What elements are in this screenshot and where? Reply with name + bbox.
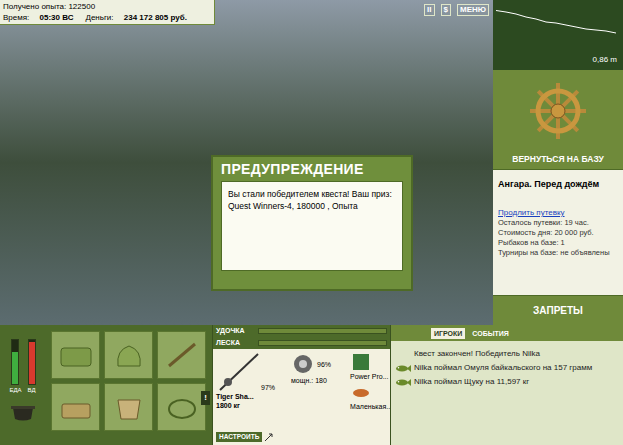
rod-capacity: 1800 кг <box>216 401 288 410</box>
top-button[interactable]: МЕНЮ <box>457 4 489 16</box>
wheel-panel[interactable] <box>493 72 623 150</box>
bottom-panel: ЕДА ВД! УДОЧКАЛЕСКА 97%Tiger Sha...1800 кг Н… <box>0 325 623 445</box>
bans-button[interactable]: ЗАПРЕТЫ <box>493 295 623 325</box>
warning-dialog: ПРЕДУПРЕЖДЕНИЕВы стали победителем квест… <box>211 155 413 291</box>
meter-bar <box>28 339 36 385</box>
meters: ЕДА ВД <box>0 325 45 445</box>
top-buttons: II $ МЕНЮ <box>424 4 489 16</box>
alert-button[interactable]: ! <box>201 391 210 405</box>
depth-profile <box>493 2 619 62</box>
inventory: ! <box>45 325 212 445</box>
experience: Получено опыта: 122500 <box>3 1 211 12</box>
right-column: 0,86 mВЕРНУТЬСЯ НА БАЗУАнгара. Перед дож… <box>493 0 623 325</box>
tab[interactable]: СОБЫТИЯ <box>469 328 512 339</box>
reel-power: мощн.: 180 <box>291 376 347 385</box>
bucket-icon <box>110 392 148 422</box>
dialog-title: ПРЕДУПРЕЖДЕНИЕ <box>213 157 411 181</box>
inventory-slot[interactable] <box>51 383 100 431</box>
setup-button[interactable]: НАСТРОИТЬ <box>216 432 262 442</box>
arrows-icon[interactable] <box>264 433 273 442</box>
meter-label: ВД <box>28 386 36 394</box>
location-detail: Турниры на базе: не объявлены <box>498 248 618 258</box>
line-tension-bar <box>258 340 387 346</box>
game-screen: Получено опыта: 122500Время: 05:30 ВС Ден… <box>0 0 623 445</box>
tab[interactable]: ИГРОКИ <box>431 328 465 339</box>
line-tension-label: ЛЕСКА <box>216 338 254 349</box>
lure-slot[interactable]: Маленькая... <box>350 384 387 411</box>
location-detail: Стоимость дня: 20 000 руб. <box>498 228 618 238</box>
top-area: Получено опыта: 122500Время: 05:30 ВС Ден… <box>0 0 623 325</box>
rod-wear: 97% <box>261 383 275 392</box>
rod-icon <box>216 352 260 392</box>
depth-reading: 0,86 m <box>593 54 617 66</box>
keepnet-icon <box>163 392 201 422</box>
tackle-panel: УДОЧКАЛЕСКА 97%Tiger Sha...1800 кг НАСТРОИ… <box>212 325 390 445</box>
inventory-slot[interactable] <box>104 331 153 379</box>
location-detail: Осталось путевки: 19 час. <box>498 218 618 228</box>
event-log: Квест закончен! Победитель Nilka Nilka по… <box>391 341 623 387</box>
dialog-message: Вы стали победителем квеста! Ваш приз: Q… <box>221 181 403 271</box>
backpack-icon <box>110 340 148 370</box>
event-text: Квест закончен! Победитель Nilka <box>414 349 540 359</box>
status-panel: Получено опыта: 122500Время: 05:30 ВС Ден… <box>0 0 215 25</box>
event-row: Nilka поймал Омуля байкальского на 157 г… <box>395 363 619 373</box>
rod-tension-bar <box>258 328 387 334</box>
line-slot[interactable]: Power Pro... <box>350 352 387 381</box>
event-text: Nilka поймал Щуку на 11,597 кг <box>414 377 529 387</box>
bait-basket-icon <box>57 392 95 422</box>
lure-icon <box>350 384 372 402</box>
location-panel: Ангара. Перед дождём Продлить путевкуОста… <box>493 170 623 295</box>
ship-wheel-icon <box>527 80 589 142</box>
tabs: ИГРОКИ СОБЫТИЯ <box>391 325 623 341</box>
top-button[interactable]: $ <box>441 4 451 16</box>
line-spool-icon <box>350 352 372 372</box>
rod-case-icon <box>163 340 201 370</box>
inventory-slot[interactable] <box>51 331 100 379</box>
reel-icon <box>291 352 315 376</box>
event-row: Nilka поймал Щуку на 11,597 кг <box>395 377 619 387</box>
rod-slot[interactable]: 97%Tiger Sha...1800 кг НАСТРОИТЬ <box>216 352 288 442</box>
inventory-slot[interactable] <box>157 331 206 379</box>
inventory-slot[interactable] <box>104 383 153 431</box>
reel-wear: 96% <box>317 360 331 369</box>
line-name: Power Pro... <box>350 372 387 381</box>
extend-link[interactable]: Продлить путевку <box>498 208 618 218</box>
rod-name: Tiger Sha... <box>216 392 288 401</box>
return-button[interactable]: ВЕРНУТЬСЯ НА БАЗУ <box>493 150 623 170</box>
inventory-slot[interactable] <box>157 383 206 431</box>
money: Деньги: 234 172 805 руб. <box>85 12 186 23</box>
reel-slot[interactable]: 96% мощн.: 180 <box>291 352 347 442</box>
fish-icon <box>395 364 411 373</box>
lure-name: Маленькая... <box>350 402 387 411</box>
fish-icon <box>395 378 411 387</box>
top-button[interactable]: II <box>424 4 434 16</box>
meter-bar <box>11 339 19 385</box>
location-title: Ангара. Перед дождём <box>498 178 618 190</box>
pot-icon[interactable] <box>10 402 36 422</box>
meter-label: ЕДА <box>9 386 21 394</box>
event-text: Nilka поймал Омуля байкальского на 157 г… <box>414 363 592 373</box>
event-row: Квест закончен! Победитель Nilka <box>395 349 619 359</box>
tackle-box-icon <box>57 340 95 370</box>
events-panel: ИГРОКИ СОБЫТИЯ Квест закончен! Победитель … <box>390 325 623 445</box>
tackle-slots: 97%Tiger Sha...1800 кг НАСТРОИТЬ 96% мощн.:… <box>213 349 390 445</box>
fishing-scene: Получено опыта: 122500Время: 05:30 ВС Ден… <box>0 0 493 325</box>
time: Время: 05:30 ВС <box>3 12 73 23</box>
location-detail: Рыбаков на базе: 1 <box>498 238 618 248</box>
depth-chart: 0,86 m <box>493 0 623 72</box>
rod-tension-label: УДОЧКА <box>216 326 254 337</box>
